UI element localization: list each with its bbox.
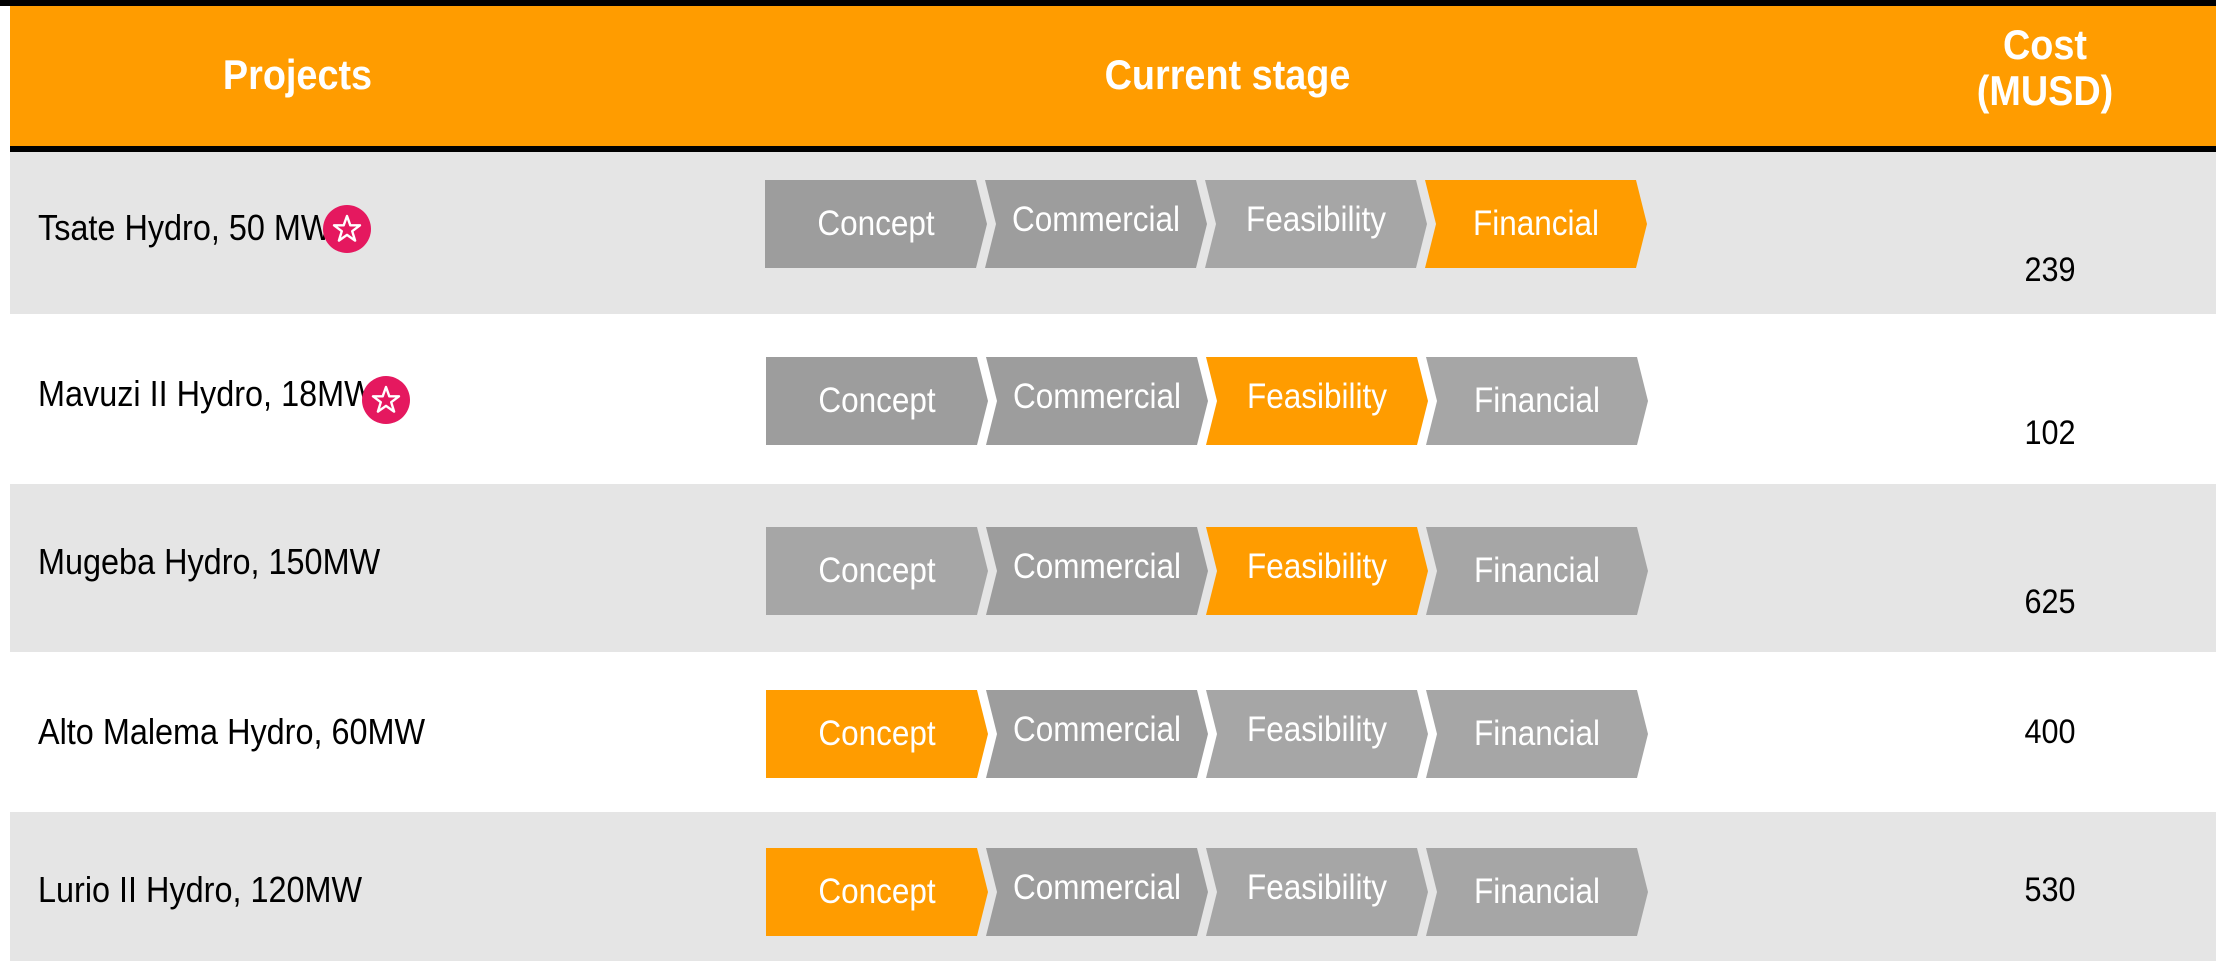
- stage-feasibility: Feasibility: [1206, 848, 1428, 936]
- project-name: Mugeba Hydro, 150MW: [38, 541, 381, 582]
- stage-commercial: Commercial: [986, 357, 1208, 445]
- stage-commercial: Commercial: [986, 527, 1208, 615]
- stage-financial: Financial: [1426, 357, 1648, 445]
- stage-commercial: Commercial: [985, 180, 1207, 268]
- table-row: Mugeba Hydro, 150MW Concept Commercial F…: [10, 484, 2216, 652]
- table-row: Tsate Hydro, 50 MW Concept Commercial Fe…: [10, 152, 2216, 314]
- stage-financial: Financial: [1425, 180, 1647, 268]
- stage-concept: Concept: [766, 527, 988, 615]
- star-icon: [362, 376, 410, 424]
- stage-commercial: Commercial: [986, 690, 1208, 778]
- stage-commercial: Commercial: [986, 848, 1208, 936]
- header-current-stage: Current stage: [1104, 51, 1351, 98]
- header-projects: Projects: [222, 51, 373, 98]
- stage-concept: Concept: [766, 848, 988, 936]
- stage-feasibility: Feasibility: [1206, 527, 1428, 615]
- stage-feasibility: Feasibility: [1206, 357, 1428, 445]
- project-cost: 102: [2024, 414, 2076, 452]
- project-cost: 239: [2024, 251, 2076, 289]
- stage-feasibility: Feasibility: [1206, 690, 1428, 778]
- project-name: Alto Malema Hydro, 60MW: [38, 711, 426, 752]
- table-row: Mavuzi II Hydro, 18MW Concept Commercial…: [10, 314, 2216, 484]
- header-cost: Cost (MUSD): [1976, 21, 2114, 114]
- stage-financial: Financial: [1426, 848, 1648, 936]
- table-row: Alto Malema Hydro, 60MW Concept Commerci…: [10, 652, 2216, 812]
- project-name: Tsate Hydro, 50 MW: [38, 207, 332, 248]
- project-cost: 530: [2024, 871, 2076, 909]
- stage-concept: Concept: [765, 180, 987, 268]
- project-cost: 400: [2024, 713, 2076, 751]
- project-name: Lurio II Hydro, 120MW: [38, 869, 363, 910]
- table-row: Lurio II Hydro, 120MW Concept Commercial…: [10, 812, 2216, 961]
- stage-financial: Financial: [1426, 527, 1648, 615]
- star-icon: [323, 205, 371, 253]
- stage-concept: Concept: [766, 690, 988, 778]
- project-name: Mavuzi II Hydro, 18MW: [38, 373, 375, 414]
- stage-feasibility: Feasibility: [1205, 180, 1427, 268]
- stage-concept: Concept: [766, 357, 988, 445]
- project-stage-table: Projects Current stage Cost (MUSD) Tsate…: [0, 0, 2216, 961]
- stage-financial: Financial: [1426, 690, 1648, 778]
- project-cost: 625: [2024, 583, 2076, 621]
